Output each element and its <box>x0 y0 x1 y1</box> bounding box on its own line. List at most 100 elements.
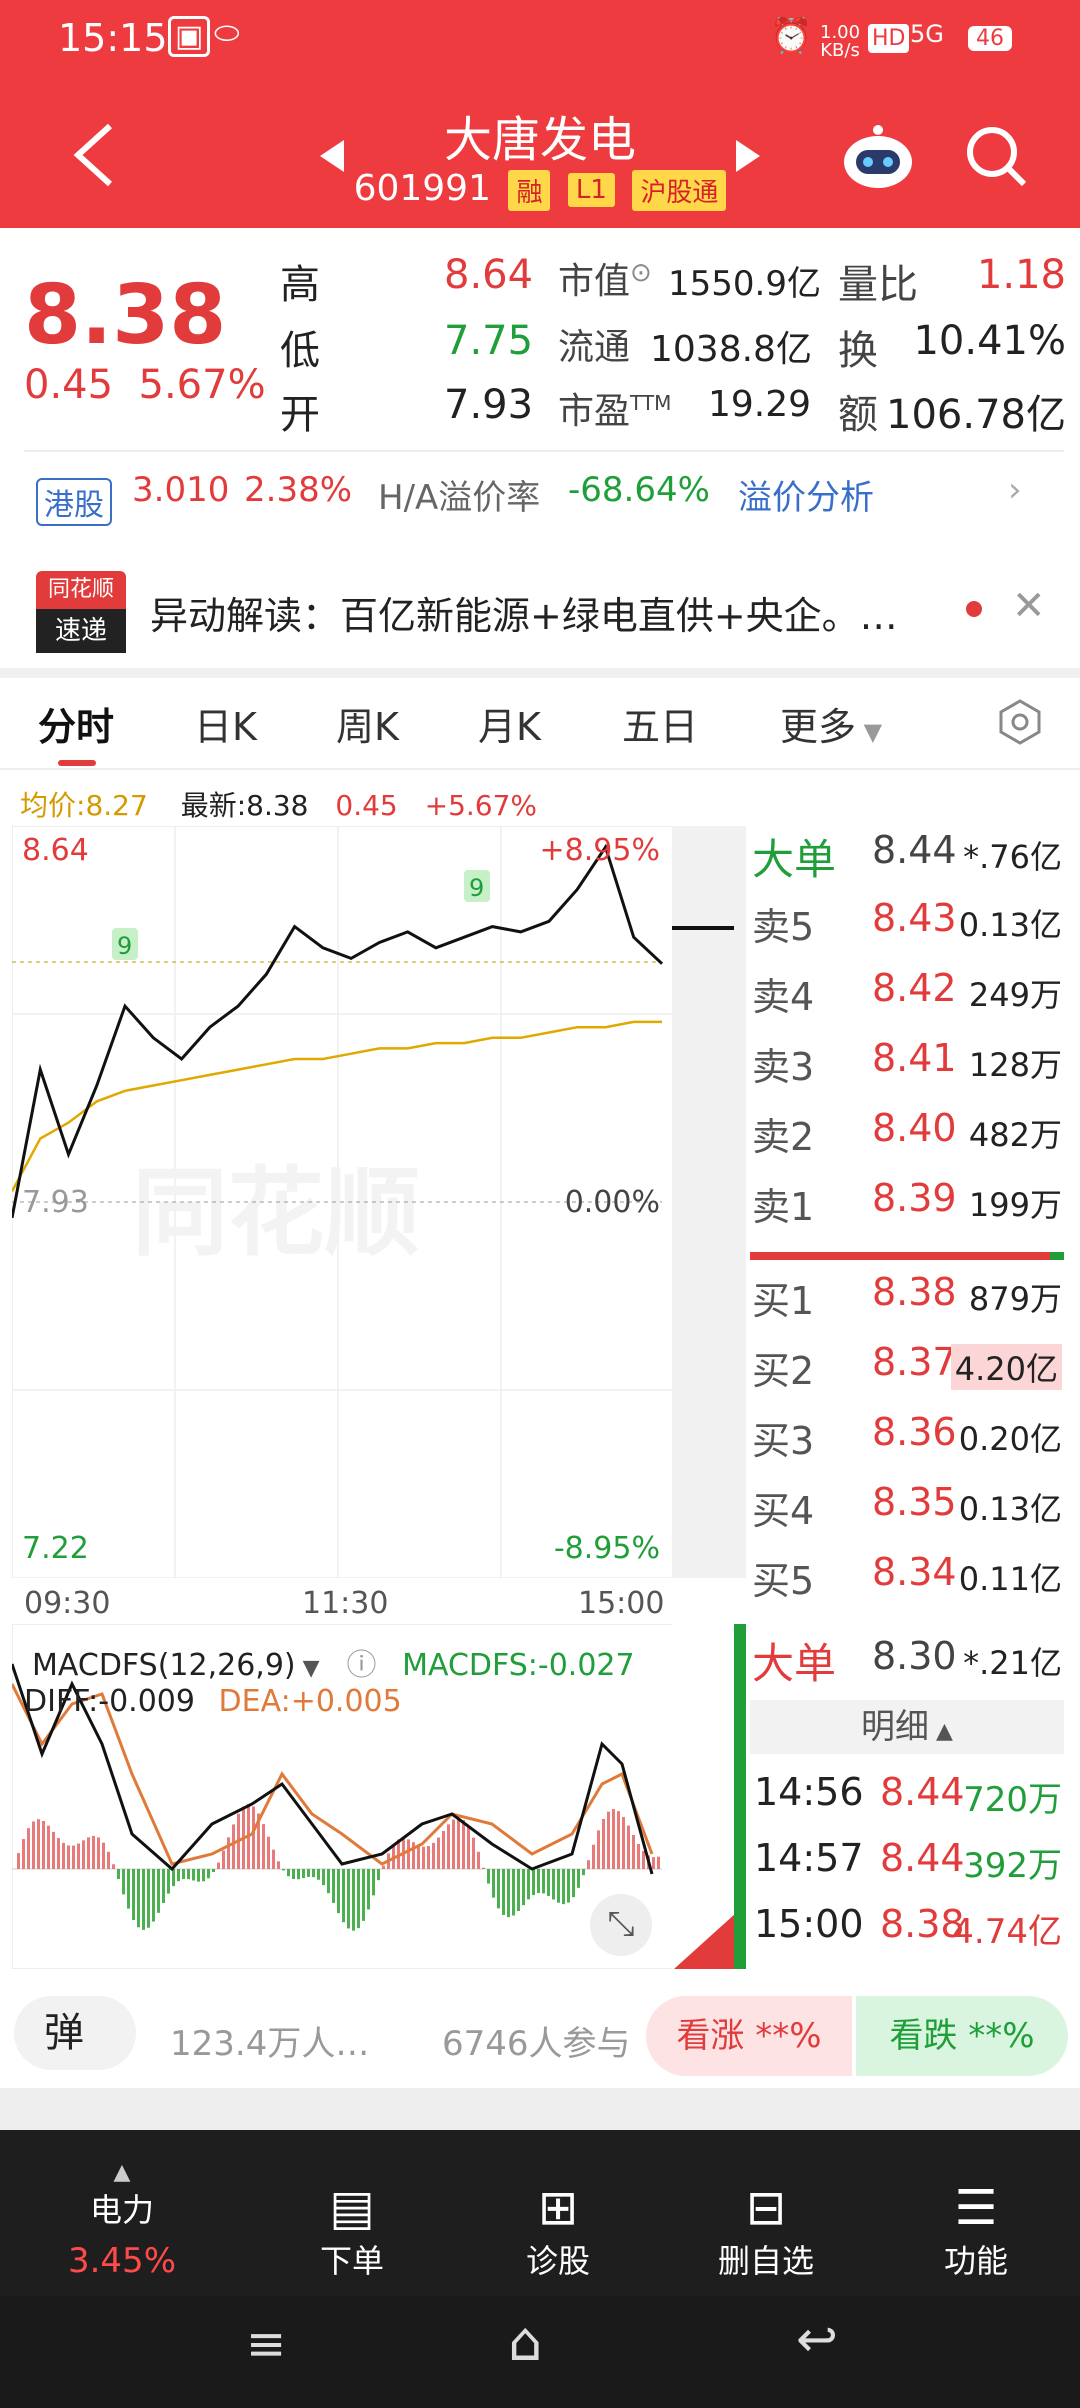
macd-header[interactable]: MACDFS(12,26,9) ▼ ⓘ MACDFS:-0.027 <box>32 1640 635 1684</box>
sector-button[interactable]: ▲ 电力 3.45% <box>42 2160 202 2281</box>
sort-up-icon: ▲ <box>929 1719 953 1744</box>
ask-row-3[interactable]: 卖3 8.41 128万 <box>750 1036 1066 1100</box>
news-banner[interactable]: 同花顺 速递 异动解读：百亿新能源+绿电直供+央企。… ✕ <box>0 565 1080 665</box>
ask-price: 8.42 <box>872 966 957 1010</box>
tab-more[interactable]: 更多 ▼ <box>780 696 882 751</box>
macd-bar <box>312 1869 315 1878</box>
x-label-open: 09:30 <box>24 1586 111 1621</box>
stock-code-row: 601991 融 L1 沪股通 <box>0 168 1080 211</box>
tag-sh-connect: 沪股通 <box>632 169 727 211</box>
tab-intraday[interactable]: 分时 <box>38 696 114 751</box>
macd-bar <box>372 1869 375 1896</box>
ask-row-2[interactable]: 卖4 8.42 249万 <box>750 966 1066 1030</box>
tab-five-day[interactable]: 五日 <box>622 696 698 751</box>
ask-row-1[interactable]: 卖5 8.43 0.13亿 <box>750 896 1066 960</box>
macd-bar <box>382 1865 385 1869</box>
remove-watch-button[interactable]: ⊟ 删自选 <box>686 2180 846 2282</box>
macd-bar <box>347 1869 350 1929</box>
bid-row-3[interactable]: 买3 8.36 0.20亿 <box>750 1410 1066 1474</box>
bid-label: 买2 <box>752 1349 815 1393</box>
macd-bar <box>522 1869 525 1906</box>
tab-weekly-k[interactable]: 周K <box>336 696 399 751</box>
macd-bar <box>512 1869 515 1916</box>
macd-bar <box>92 1835 95 1869</box>
hk-pct: 2.38% <box>244 470 353 510</box>
macd-bar <box>377 1869 380 1881</box>
macd-bar <box>352 1869 355 1931</box>
ask-row-5[interactable]: 卖1 8.39 199万 <box>750 1176 1066 1240</box>
macd-bar <box>272 1849 275 1869</box>
hk-price: 3.010 <box>132 470 230 510</box>
home-icon[interactable]: ⌂ <box>508 2310 542 2373</box>
macd-bar <box>537 1869 540 1894</box>
menu-button[interactable]: ☰ 功能 <box>896 2180 1056 2282</box>
macd-bar <box>282 1869 285 1871</box>
macd-bar <box>262 1824 265 1869</box>
settings-icon[interactable] <box>996 698 1044 746</box>
ask-row-4[interactable]: 卖2 8.40 482万 <box>750 1106 1066 1170</box>
float-label: 流通 <box>558 327 631 368</box>
bid-row-2[interactable]: 买2 8.37 4.20亿 <box>750 1340 1066 1404</box>
detail-header[interactable]: 明细 ▲ <box>750 1700 1064 1754</box>
macd-bar <box>597 1830 600 1869</box>
macd-bar <box>252 1806 255 1869</box>
bid-row-4[interactable]: 买4 8.35 0.13亿 <box>750 1480 1066 1544</box>
y-axis-high: 8.64 <box>22 833 89 868</box>
tab-monthly-k[interactable]: 月K <box>478 696 541 751</box>
search-icon[interactable] <box>964 124 1028 188</box>
robot-assistant-icon[interactable] <box>838 122 918 192</box>
close-icon[interactable]: ✕ <box>1012 583 1046 629</box>
unread-dot <box>966 601 982 617</box>
open-label: 开 <box>280 392 320 438</box>
macd-bar <box>657 1856 660 1869</box>
macd-bar <box>112 1864 115 1869</box>
macd-bar <box>137 1869 140 1928</box>
macd-bar <box>167 1869 170 1894</box>
order-button[interactable]: ▤ 下单 <box>272 2180 432 2282</box>
bullish-button[interactable]: 看涨 **% <box>646 1996 852 2076</box>
bearish-button[interactable]: 看跌 **% <box>856 1996 1068 2076</box>
macd-bar <box>127 1869 130 1909</box>
macd-bar <box>637 1843 640 1869</box>
mcap-value: 1550.9亿 <box>668 264 821 304</box>
ask-volume: 249万 <box>968 976 1062 1014</box>
info-icon[interactable]: ⊙ <box>630 258 652 288</box>
help-icon[interactable]: ⓘ <box>347 1648 377 1683</box>
trade-detail-row: 14:57 8.44 392万 <box>754 1836 1062 1886</box>
bid-row-5[interactable]: 买5 8.34 0.11亿 <box>750 1550 1066 1614</box>
macd-bar <box>532 1869 535 1896</box>
recent-apps-icon[interactable]: ≡ <box>246 2316 286 2372</box>
bid-row-1[interactable]: 买1 8.38 879万 <box>750 1270 1066 1334</box>
premium-analysis-link[interactable]: 溢价分析 <box>738 470 874 519</box>
macd-bar <box>77 1843 80 1869</box>
stock-name: 大唐发电 <box>443 112 636 168</box>
app-status-icon-2: ⬭ <box>214 16 240 51</box>
ths-express-logo: 同花顺 速递 <box>36 571 126 655</box>
tab-daily-k[interactable]: 日K <box>194 696 257 751</box>
fullscreen-icon[interactable]: ⤡ <box>590 1894 652 1956</box>
dif-value: DIFF:-0.009 <box>24 1684 195 1719</box>
barrage-button[interactable]: 弹 <box>14 1996 136 2070</box>
ask-label: 卖1 <box>752 1185 815 1229</box>
net-speed: 1.00 KB/s <box>820 22 861 61</box>
macd-bar <box>592 1844 595 1869</box>
intraday-chart[interactable]: 同花顺 9 9 8.64 7.93 7.22 +8.95% 0.00% -8.9… <box>12 826 746 1578</box>
pe-label: 市盈TTM <box>558 391 672 432</box>
bid-volume: 0.20亿 <box>958 1420 1062 1458</box>
price-change: 0.45 5.67% <box>24 362 266 408</box>
diagnose-icon: ⊞ <box>537 2180 579 2236</box>
macd-bar <box>602 1818 605 1869</box>
macd-title[interactable]: MACDFS(12,26,9) <box>32 1648 296 1683</box>
macd-bar <box>407 1839 410 1869</box>
macd-bar <box>152 1869 155 1922</box>
macd-bar <box>302 1869 305 1879</box>
macd-bar <box>292 1869 295 1880</box>
macd-bar <box>652 1857 655 1869</box>
ask-volume: 0.13亿 <box>958 906 1062 944</box>
macd-bar <box>552 1869 555 1900</box>
ask-price: 8.43 <box>872 896 957 940</box>
back-nav-icon[interactable]: ↩ <box>796 2310 838 2368</box>
diagnose-button[interactable]: ⊞ 诊股 <box>478 2180 638 2282</box>
bid-label: 买3 <box>752 1419 815 1463</box>
system-nav-bar: ≡ ⌂ ↩ <box>0 2296 1080 2408</box>
